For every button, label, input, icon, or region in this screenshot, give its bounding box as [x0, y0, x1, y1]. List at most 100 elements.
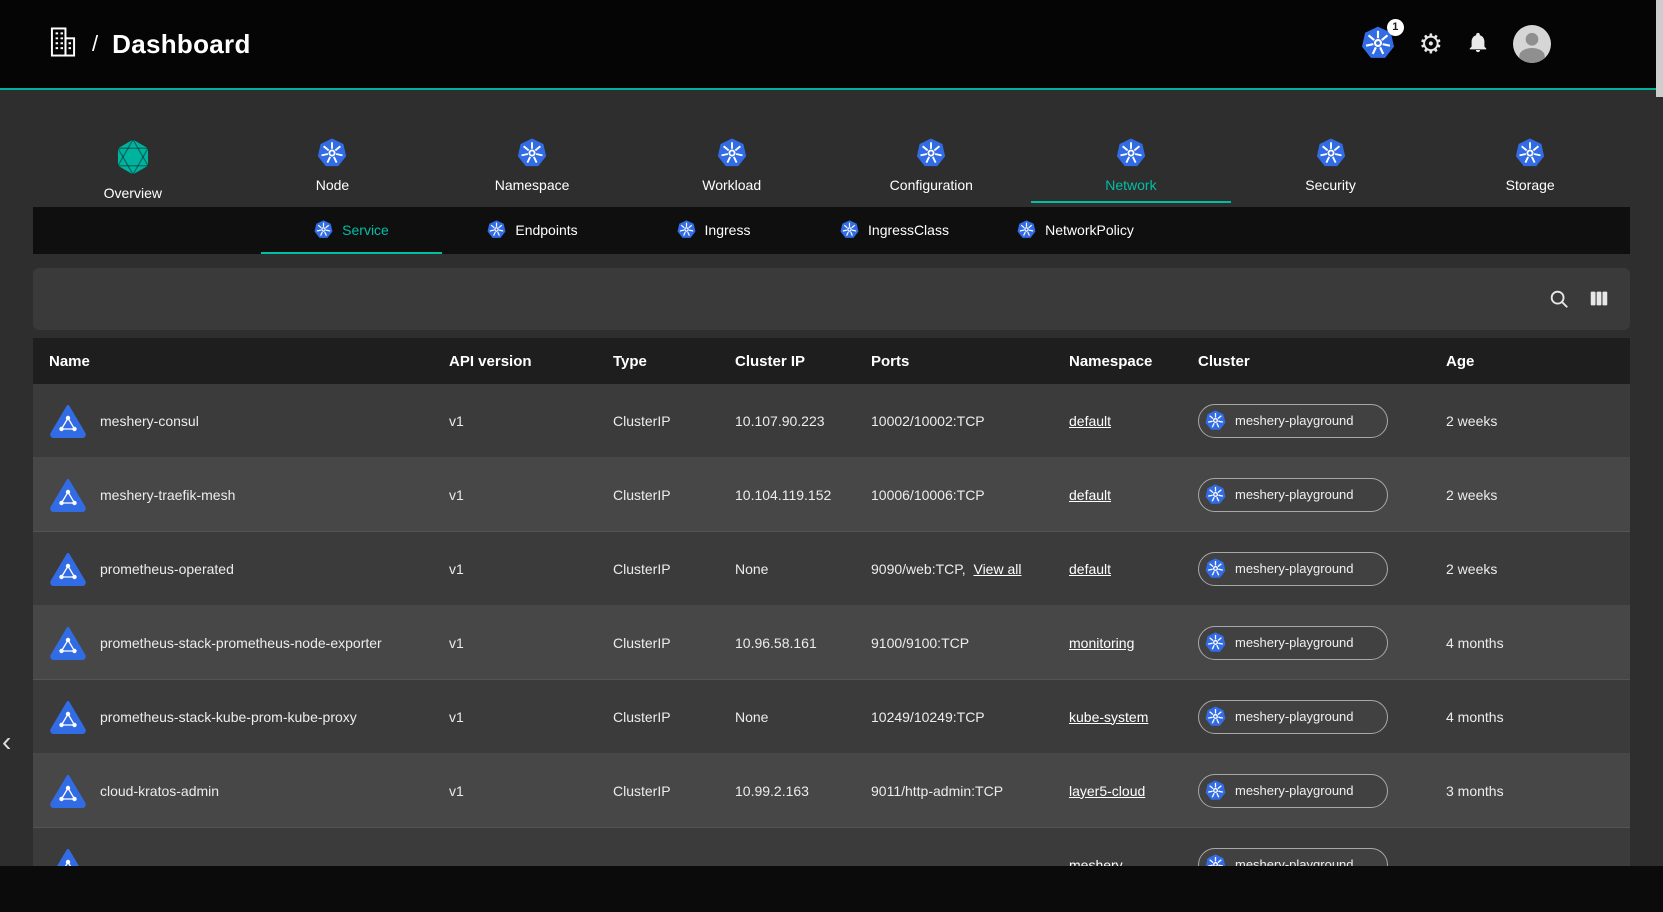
table-row[interactable]: meshery-consulv1ClusterIP10.107.90.22310…: [33, 384, 1630, 458]
subtab-label: Ingress: [705, 222, 751, 238]
subtab-networkpolicy[interactable]: NetworkPolicy: [985, 207, 1166, 254]
table-row[interactable]: prometheus-stack-prometheus-node-exporte…: [33, 606, 1630, 680]
cluster-chip[interactable]: meshery-playground: [1198, 700, 1388, 734]
table-row[interactable]: prometheus-stack-kube-prom-kube-proxyv1C…: [33, 680, 1630, 754]
subtab-label: Service: [342, 222, 389, 238]
cell-ports: 9090/web:TCP, View all: [871, 561, 1069, 577]
cluster-chip[interactable]: meshery-playground: [1198, 404, 1388, 438]
cell-type: ClusterIP: [613, 413, 735, 429]
cluster-chip[interactable]: meshery-playground: [1198, 478, 1388, 512]
subtab-service[interactable]: Service: [261, 207, 442, 254]
cell-name: meshery-traefik-mesh: [33, 478, 449, 512]
cell-age: 2 weeks: [1446, 561, 1630, 577]
kubernetes-icon: [717, 138, 747, 168]
tab-configuration[interactable]: Configuration: [832, 130, 1032, 203]
tab-overview[interactable]: Overview: [33, 130, 233, 203]
table-row[interactable]: cloud-kratos-adminv1ClusterIP10.99.2.163…: [33, 754, 1630, 828]
kubernetes-icon: [487, 220, 506, 239]
namespace-link[interactable]: kube-system: [1069, 709, 1148, 725]
cell-api-version: v1: [449, 561, 613, 577]
tab-node[interactable]: Node: [233, 130, 433, 203]
tab-network[interactable]: Network: [1031, 130, 1231, 203]
meshery-icon: [114, 138, 152, 176]
cell-cluster-ip: None: [735, 709, 871, 725]
cell-cluster: meshery-playground: [1198, 552, 1446, 586]
cluster-chip-label: meshery-playground: [1235, 413, 1354, 428]
table-header-row: NameAPI versionTypeCluster IPPortsNamesp…: [33, 338, 1630, 384]
subtab-ingress[interactable]: Ingress: [623, 207, 804, 254]
app-header: / Dashboard 1 ⚙: [0, 0, 1663, 88]
namespace-link[interactable]: default: [1069, 413, 1111, 429]
cell-age: 2 weeks: [1446, 487, 1630, 503]
cell-ports: 9011/http-admin:TCP: [871, 783, 1069, 799]
namespace-link[interactable]: default: [1069, 487, 1111, 503]
kubernetes-icon: [317, 138, 347, 168]
tab-storage[interactable]: Storage: [1430, 130, 1630, 203]
cell-type: ClusterIP: [613, 487, 735, 503]
tab-security[interactable]: Security: [1231, 130, 1431, 203]
service-name: cloud-kratos-admin: [100, 783, 219, 799]
namespace-link[interactable]: layer5-cloud: [1069, 783, 1145, 799]
tab-label: Storage: [1506, 177, 1555, 193]
kubernetes-icon: [840, 220, 859, 239]
cluster-chip[interactable]: meshery-playground: [1198, 552, 1388, 586]
network-subtabs: Service Endpoints Ingress IngressClass Netwo…: [33, 207, 1630, 254]
cell-type: ClusterIP: [613, 783, 735, 799]
cell-cluster-ip: 10.96.58.161: [735, 635, 871, 651]
cell-ports: 10006/10006:TCP: [871, 487, 1069, 503]
kubernetes-icon: [677, 220, 696, 239]
service-name: prometheus-stack-kube-prom-kube-proxy: [100, 709, 357, 725]
table-row[interactable]: prometheus-operatedv1ClusterIPNone9090/w…: [33, 532, 1630, 606]
subtab-label: IngressClass: [868, 222, 949, 238]
table-toolbar: [33, 268, 1630, 330]
cell-namespace: layer5-cloud: [1069, 783, 1198, 799]
context-count-badge: 1: [1387, 19, 1404, 36]
kubernetes-icon: [1116, 138, 1146, 168]
service-name: prometheus-stack-prometheus-node-exporte…: [100, 635, 382, 651]
cell-type: ClusterIP: [613, 635, 735, 651]
tab-label: Network: [1105, 177, 1156, 193]
column-header-age: Age: [1446, 353, 1630, 370]
column-header-cluster-ip: Cluster IP: [735, 353, 871, 370]
tab-label: Security: [1305, 177, 1356, 193]
service-icon: [49, 774, 87, 808]
settings-button[interactable]: ⚙: [1419, 31, 1443, 58]
view-all-link[interactable]: View all: [973, 561, 1021, 577]
user-avatar[interactable]: [1513, 25, 1551, 63]
gear-icon: ⚙: [1419, 31, 1443, 58]
column-header-api-version: API version: [449, 353, 613, 370]
cluster-chip[interactable]: meshery-playground: [1198, 626, 1388, 660]
cell-namespace: kube-system: [1069, 709, 1198, 725]
cell-namespace: default: [1069, 487, 1198, 503]
search-button[interactable]: [1548, 288, 1570, 310]
tab-workload[interactable]: Workload: [632, 130, 832, 203]
table-row[interactable]: meshery-traefik-meshv1ClusterIP10.104.11…: [33, 458, 1630, 532]
column-header-name: Name: [33, 353, 449, 370]
subtab-ingressclass[interactable]: IngressClass: [804, 207, 985, 254]
notifications-button[interactable]: [1467, 31, 1489, 58]
bottom-cutoff-strip: [0, 866, 1663, 912]
namespace-link[interactable]: monitoring: [1069, 635, 1134, 651]
resource-tabs: OverviewNodeNamespaceWorkloadConfigurati…: [33, 130, 1630, 203]
cluster-chip[interactable]: meshery-playground: [1198, 774, 1388, 808]
subtab-endpoints[interactable]: Endpoints: [442, 207, 623, 254]
cell-api-version: v1: [449, 783, 613, 799]
collapse-drawer-button[interactable]: ‹: [0, 722, 20, 762]
view-columns-button[interactable]: [1588, 288, 1610, 310]
namespace-link[interactable]: default: [1069, 561, 1111, 577]
kubernetes-icon: [1205, 706, 1226, 727]
service-icon: [49, 700, 87, 734]
cell-age: 2 weeks: [1446, 413, 1630, 429]
column-header-type: Type: [613, 353, 735, 370]
kubernetes-context-button[interactable]: 1: [1361, 26, 1395, 63]
cell-cluster-ip: 10.104.119.152: [735, 487, 871, 503]
cell-namespace: monitoring: [1069, 635, 1198, 651]
cluster-chip-label: meshery-playground: [1235, 783, 1354, 798]
vertical-scrollbar-thumb[interactable]: [1656, 0, 1663, 97]
cell-cluster: meshery-playground: [1198, 626, 1446, 660]
cluster-chip-label: meshery-playground: [1235, 635, 1354, 650]
kubernetes-icon: [517, 138, 547, 168]
tab-namespace[interactable]: Namespace: [432, 130, 632, 203]
cell-type: ClusterIP: [613, 561, 735, 577]
cell-type: ClusterIP: [613, 709, 735, 725]
